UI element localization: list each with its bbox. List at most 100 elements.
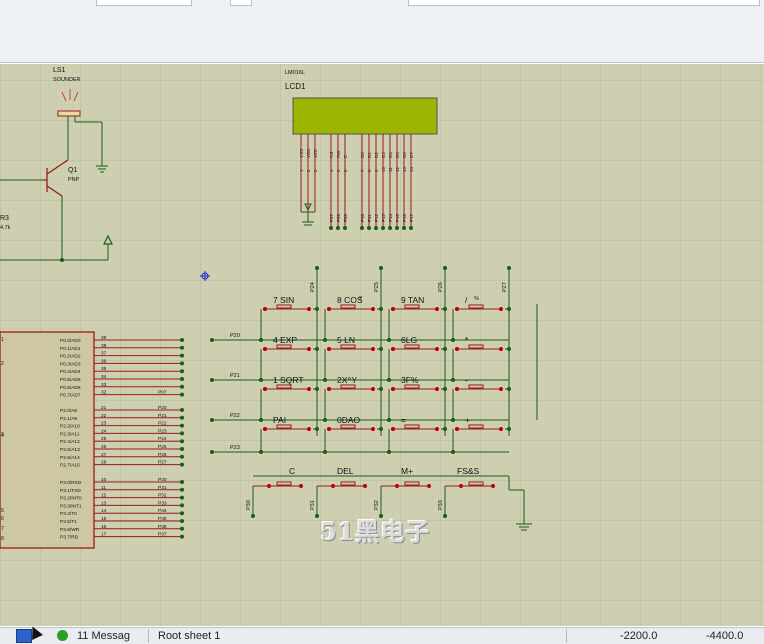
mcu-net-label: P26 xyxy=(158,452,167,458)
resistor-ref: R3 xyxy=(0,215,9,222)
sheet-name[interactable]: Root sheet 1 xyxy=(158,630,220,642)
junction-dot xyxy=(315,266,319,270)
lcd-net-label: P12 xyxy=(374,213,379,222)
junction-dot xyxy=(329,226,333,230)
junction-dot xyxy=(180,495,184,500)
mcu-pin-name: P2.7/A15 xyxy=(60,463,80,469)
junction-dot xyxy=(180,415,184,420)
mcu-net-label: P34 xyxy=(158,508,167,514)
mcu-pin-number: 33 xyxy=(101,382,107,388)
mcu-net-label: P37 xyxy=(158,532,167,538)
lcd-net-label: P17 xyxy=(409,213,414,222)
key-pin xyxy=(263,307,267,311)
mcu-pin-number: 27 xyxy=(101,452,107,458)
junction-dot xyxy=(210,450,214,454)
mcu-pin-name: P3.0/RXD xyxy=(60,480,82,486)
key-pin xyxy=(455,347,459,351)
mcu-pin-number: 21 xyxy=(101,405,107,411)
mcu-pin-name: P3.7/RD xyxy=(60,535,79,541)
mcu-pin-number: 24 xyxy=(101,428,107,434)
key-pin xyxy=(267,484,271,488)
junction-dot xyxy=(379,266,383,270)
key-pin xyxy=(491,484,495,488)
junction-dot xyxy=(395,226,399,230)
junction-dot xyxy=(180,369,184,374)
mcu-net-label: P32 xyxy=(158,493,167,499)
mcu-net-label: P21 xyxy=(158,413,167,419)
junction-dot xyxy=(451,338,455,342)
key-pin xyxy=(327,347,331,351)
mcu-pin-number: 35 xyxy=(101,366,107,372)
mcu-pin-name: P2.6/A14 xyxy=(60,455,80,461)
transistor-value: PNP xyxy=(68,177,80,183)
key-pin xyxy=(371,427,375,431)
key-pin xyxy=(435,347,439,351)
mcu-net-label: P07 xyxy=(158,390,167,396)
function-key-label: DEL xyxy=(337,466,354,476)
mcu-pin-number: 32 xyxy=(101,390,107,396)
row-net-label: P22 xyxy=(230,413,240,419)
mcu-pin-name: P0.4/AD4 xyxy=(60,369,81,375)
junction-dot xyxy=(180,534,184,539)
key-pin xyxy=(455,387,459,391)
mcu-left-pin: 8 xyxy=(1,536,4,542)
junction-dot xyxy=(180,526,184,531)
junction-dot xyxy=(210,378,214,382)
info-circle-icon[interactable] xyxy=(57,630,68,641)
junction-dot xyxy=(507,266,511,270)
key-pin xyxy=(307,387,311,391)
key-pin xyxy=(331,484,335,488)
mcu-pin-number: 14 xyxy=(101,508,107,514)
key-pin xyxy=(371,307,375,311)
key-pin xyxy=(371,387,375,391)
key-label: PAI xyxy=(273,415,286,425)
messages-count[interactable]: 11 Messag xyxy=(77,630,130,642)
mcu-left-pin: 4 xyxy=(1,433,4,439)
toolbar-area xyxy=(0,0,764,63)
mcu-pin-number: 34 xyxy=(101,374,107,380)
mcu-net-label: P31 xyxy=(158,485,167,491)
toolbar-button[interactable] xyxy=(230,0,252,6)
key-pin xyxy=(263,347,267,351)
junction-dot xyxy=(409,226,413,230)
junction-dot xyxy=(180,431,184,436)
junction-dot xyxy=(180,480,184,484)
junction-dot xyxy=(507,427,511,431)
mcu-pin-number: 39 xyxy=(101,335,107,341)
key-pin xyxy=(435,427,439,431)
junction-dot xyxy=(360,226,364,230)
junction-dot xyxy=(259,450,263,454)
junction-dot xyxy=(379,427,383,431)
junction-dot xyxy=(343,226,347,230)
lcd-net-label: P14 xyxy=(388,213,393,222)
mcu-pin-name: P2.3/A11 xyxy=(60,431,80,437)
mcu-pin-number: 12 xyxy=(101,493,107,499)
junction-dot xyxy=(315,387,319,391)
lcd-net-label: P27 xyxy=(329,213,334,222)
toolbar-dropdown[interactable] xyxy=(96,0,192,6)
key-pin xyxy=(327,307,331,311)
key-label: 0DAO xyxy=(337,415,361,425)
junction-dot xyxy=(507,347,511,351)
junction-dot xyxy=(315,347,319,351)
coord-y: -4400.0 xyxy=(706,630,744,642)
mcu-pin-number: 28 xyxy=(101,460,107,466)
speaker-value: SOUNDER xyxy=(53,77,81,83)
lcd-net-label: P13 xyxy=(381,213,386,222)
mcu-pin-name: P2.5/A13 xyxy=(60,447,80,453)
junction-dot xyxy=(259,338,263,342)
key-pin xyxy=(499,307,503,311)
junction-dot xyxy=(259,418,263,422)
mcu-pin-name: P0.5/AD5 xyxy=(60,377,81,383)
lcd-net-label: P25 xyxy=(343,213,348,222)
key-mark: 2 xyxy=(359,296,362,302)
mcu-left-pin: 1 xyxy=(1,337,4,343)
junction-dot xyxy=(387,378,391,382)
key-pin xyxy=(391,387,395,391)
mcu-pin-number: 37 xyxy=(101,351,107,357)
key-pin xyxy=(307,347,311,351)
mcu-pin-number: 13 xyxy=(101,500,107,506)
junction-dot xyxy=(180,345,184,350)
junction-dot xyxy=(443,307,447,311)
key-pin xyxy=(391,347,395,351)
